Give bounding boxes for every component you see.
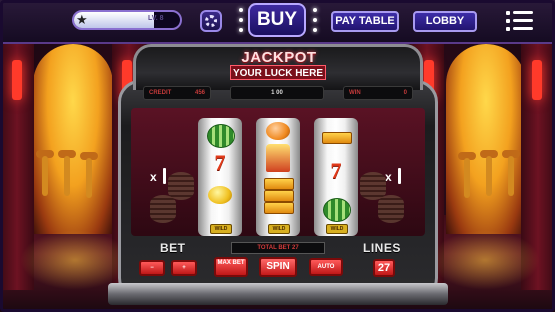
- decor-light: [313, 28, 317, 32]
- spin-button[interactable]: SPIN: [259, 257, 297, 277]
- decor-light: [313, 18, 317, 22]
- bar-stool-leg: [64, 156, 70, 196]
- menu-dot: [506, 27, 510, 31]
- jackpot-cake-symbol: [266, 144, 290, 172]
- left-archway: [33, 44, 113, 234]
- wall-light: [12, 60, 22, 100]
- right-multiplier: x: [385, 170, 392, 184]
- coin-stack-icon: [168, 172, 194, 200]
- buy-button[interactable]: BUY: [248, 3, 306, 37]
- coin-stack-icon: [378, 195, 404, 223]
- auto-spin-button[interactable]: AUTO: [309, 258, 343, 276]
- reel-1: 7 WILD: [198, 118, 242, 236]
- decor-light: [313, 8, 317, 12]
- credit-label: CREDIT: [149, 90, 172, 96]
- win-center-display: 1 00: [230, 86, 324, 100]
- bar-stool-leg: [486, 156, 492, 196]
- floor-glow: [20, 230, 130, 290]
- wild-badge: WILD: [268, 224, 290, 234]
- max-bet-button[interactable]: MAX BET: [214, 257, 248, 277]
- xp-progress-bar: [72, 10, 182, 30]
- bet-minus-button[interactable]: −: [139, 260, 165, 276]
- bet-plus-button[interactable]: +: [171, 260, 197, 276]
- bar-stool-leg: [464, 158, 470, 198]
- win-value: 0: [403, 90, 407, 96]
- menu-line: [513, 27, 533, 30]
- lines-label: LINES: [363, 241, 401, 255]
- lobby-button[interactable]: LOBBY: [413, 11, 477, 32]
- top-bar: ★ LV. 8 BUY PAY TABLE LOBBY: [0, 0, 555, 44]
- star-icon: ★: [76, 12, 88, 27]
- wild-badge: WILD: [326, 224, 348, 234]
- bar-symbol: [264, 190, 294, 202]
- right-archway: [446, 44, 526, 234]
- wall-light: [532, 60, 542, 100]
- bar-stool-leg: [508, 156, 514, 196]
- jackpot-subtitle: YOUR LUCK HERE: [230, 65, 326, 80]
- jackpot-title: JACKPOT: [241, 49, 317, 66]
- bar-symbol: [322, 132, 352, 144]
- decor-light: [239, 28, 243, 32]
- bet-label: BET: [160, 241, 186, 255]
- payline-indicator: [398, 168, 401, 184]
- orange-symbol: [266, 122, 290, 140]
- wild-badge: WILD: [210, 224, 232, 234]
- win-display: WIN 0: [343, 86, 413, 100]
- menu-dot: [506, 11, 510, 15]
- pay-table-button[interactable]: PAY TABLE: [331, 11, 399, 32]
- reel-2: WILD: [256, 118, 300, 236]
- decor-light: [239, 18, 243, 22]
- gear-icon: [205, 15, 217, 27]
- menu-line: [513, 19, 533, 22]
- lines-button[interactable]: 27: [373, 259, 395, 277]
- machine-base: [108, 283, 448, 305]
- hamburger-menu-icon[interactable]: [506, 11, 534, 33]
- lemon-symbol: [208, 186, 232, 204]
- coin-stack-icon: [150, 195, 176, 223]
- win-center-value: 1 00: [271, 90, 283, 96]
- level-label: LV. 8: [148, 15, 164, 22]
- bar-symbol: [264, 202, 294, 214]
- watermelon-symbol: [207, 124, 235, 148]
- bar-stool-leg: [86, 158, 92, 198]
- menu-dot: [506, 19, 510, 23]
- menu-line: [513, 11, 533, 14]
- payline-indicator: [163, 168, 166, 184]
- seven-symbol: 7: [214, 150, 226, 175]
- decor-light: [239, 8, 243, 12]
- total-bet-display: TOTAL BET 27: [231, 242, 325, 254]
- bar-symbol: [264, 178, 294, 190]
- slot-game-scene: ★ LV. 8 BUY PAY TABLE LOBBY JACKPOT YOUR…: [0, 0, 555, 312]
- settings-button[interactable]: [200, 10, 222, 32]
- watermelon-symbol: [323, 198, 351, 222]
- credit-display: CREDIT 456: [143, 86, 211, 100]
- credit-value: 456: [194, 90, 205, 96]
- reel-3: 7 WILD: [314, 118, 358, 236]
- floor-glow: [430, 230, 540, 290]
- left-multiplier: x: [150, 170, 157, 184]
- bar-stool-leg: [42, 156, 48, 196]
- seven-symbol: 7: [330, 158, 342, 183]
- win-label: WIN: [349, 90, 361, 96]
